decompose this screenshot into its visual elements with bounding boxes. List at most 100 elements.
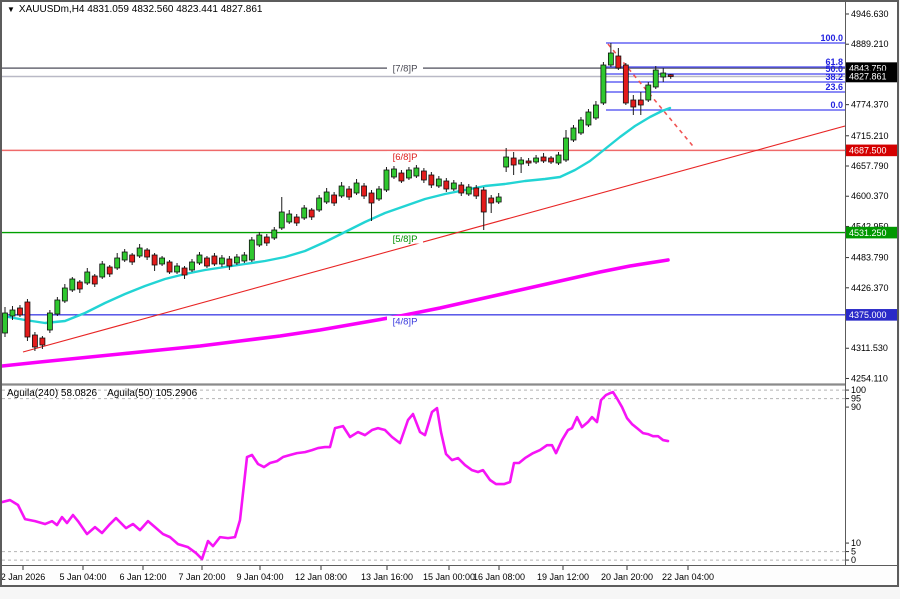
chart-canvas[interactable]: [7/8]P[6/8]P[5/8]P[4/8]P100.061.850.038.… <box>0 0 900 599</box>
candle-bull <box>450 182 457 190</box>
candle-bear <box>166 261 173 273</box>
candle-bull <box>578 119 584 134</box>
candle-bull <box>316 197 323 211</box>
candle-bull <box>406 169 412 179</box>
candle-bull <box>435 178 442 187</box>
symbol-dropdown-icon[interactable]: ▼ <box>7 5 15 14</box>
candle-bear <box>488 197 495 204</box>
candle-bull <box>256 234 263 246</box>
indicator-label-aguila240: Aguila(240) 58.0826 <box>7 388 98 399</box>
candle-bear <box>510 157 517 166</box>
candle-bear <box>181 267 188 276</box>
candle-bull <box>660 72 667 78</box>
candle-bull <box>286 213 293 223</box>
candle-bear <box>32 334 38 348</box>
candle-bull <box>585 111 592 126</box>
candle-bull <box>189 261 195 271</box>
price-axis-label: 4657.790 <box>851 161 889 171</box>
chart-title: ▼ XAUUSDm,H4 4831.059 4832.560 4823.441 4… <box>7 4 262 15</box>
candle-bear <box>24 301 31 338</box>
candle-bear <box>428 174 435 186</box>
candle-bull <box>593 104 599 119</box>
price-axis-label: 4946.630 <box>851 9 889 19</box>
date-axis-label: 13 Jan 16:00 <box>361 572 413 582</box>
candle-bear <box>548 157 554 163</box>
candle-bear <box>211 255 218 265</box>
date-axis-label: 15 Jan 00:00 <box>423 572 475 582</box>
candle-bull <box>518 159 525 165</box>
candle-bear <box>106 266 113 275</box>
candle-bear <box>263 236 270 244</box>
candle-bull <box>555 154 562 164</box>
candle-bear <box>368 192 375 204</box>
candle-bear <box>615 55 622 69</box>
murrey-label: [7/8]P <box>393 64 418 75</box>
candle-bear <box>331 194 338 204</box>
candle-bull <box>2 312 8 334</box>
candle-bear <box>398 172 405 182</box>
candle-bear <box>361 185 367 197</box>
date-axis-label: 6 Jan 12:00 <box>119 572 166 582</box>
oscillator-axis-label: 0 <box>851 555 856 565</box>
price-axis-box-label: 4687.500 <box>849 146 887 156</box>
murrey-label: [5/8]P <box>393 234 418 245</box>
date-axis-label: 2 Jan 2026 <box>1 572 46 582</box>
candle-bull <box>114 257 121 269</box>
candle-bull <box>241 254 248 262</box>
candle-bull <box>121 251 128 261</box>
price-axis-label: 4311.530 <box>851 343 888 353</box>
candle-bull <box>84 271 91 284</box>
price-axis-label: 4715.210 <box>851 131 889 141</box>
candle-bull <box>607 52 614 66</box>
candle-bear <box>308 209 315 218</box>
chart-title-text: XAUUSDm,H4 4831.059 4832.560 4823.441 48… <box>18 4 263 15</box>
candle-bull <box>196 254 203 264</box>
candle-bull <box>495 196 502 203</box>
date-axis-label: 7 Jan 20:00 <box>178 572 225 582</box>
candle-bear <box>458 184 465 194</box>
candle-bull <box>533 157 539 163</box>
date-axis-label: 12 Jan 08:00 <box>295 572 347 582</box>
candle-bull <box>376 188 382 200</box>
candle-bear <box>76 281 83 290</box>
date-axis-label: 5 Jan 04:00 <box>59 572 106 582</box>
date-axis-label: 20 Jan 20:00 <box>601 572 653 582</box>
candle-bull <box>278 211 285 229</box>
candle-bear <box>144 249 151 258</box>
date-axis-label: 16 Jan 08:00 <box>473 572 525 582</box>
candle-bull <box>353 182 360 194</box>
price-axis-label: 4426.370 <box>851 283 889 293</box>
oscillator-axis-label: 90 <box>851 402 861 412</box>
price-axis-box-label: 4827.861 <box>849 72 887 82</box>
candle-bear <box>525 160 532 164</box>
candle-bear <box>630 99 637 108</box>
candle-bear <box>39 337 46 346</box>
candle-bear <box>204 257 210 267</box>
fib-level-label: 0.0 <box>830 100 843 110</box>
candle-bear <box>151 254 158 266</box>
date-axis-label: 19 Jan 12:00 <box>537 572 589 582</box>
candle-bear <box>91 275 98 285</box>
candle-bear <box>226 258 233 267</box>
candle-bear <box>473 187 480 197</box>
candle-bull <box>645 84 652 101</box>
murrey-label: [6/8]P <box>393 152 418 163</box>
candle-bull <box>54 299 61 315</box>
price-axis-box-label: 4375.000 <box>849 310 887 320</box>
candle-bull <box>219 257 225 265</box>
candle-bear <box>540 156 547 162</box>
date-axis-label: 9 Jan 04:00 <box>236 572 283 582</box>
candle-bull <box>69 278 76 291</box>
candle-bull <box>338 185 345 197</box>
candle-bear <box>17 307 23 316</box>
candle-bear <box>293 216 300 224</box>
candle-bull <box>136 247 143 257</box>
murrey-label: [4/8]P <box>393 316 418 327</box>
fib-level-label: 38.2 <box>825 72 843 82</box>
candle-bull <box>61 287 68 302</box>
price-axis-label: 4254.110 <box>851 373 888 383</box>
candle-bull <box>570 127 577 141</box>
candle-bear <box>667 74 674 77</box>
candle-bull <box>465 186 472 195</box>
candle-bull <box>174 265 180 273</box>
